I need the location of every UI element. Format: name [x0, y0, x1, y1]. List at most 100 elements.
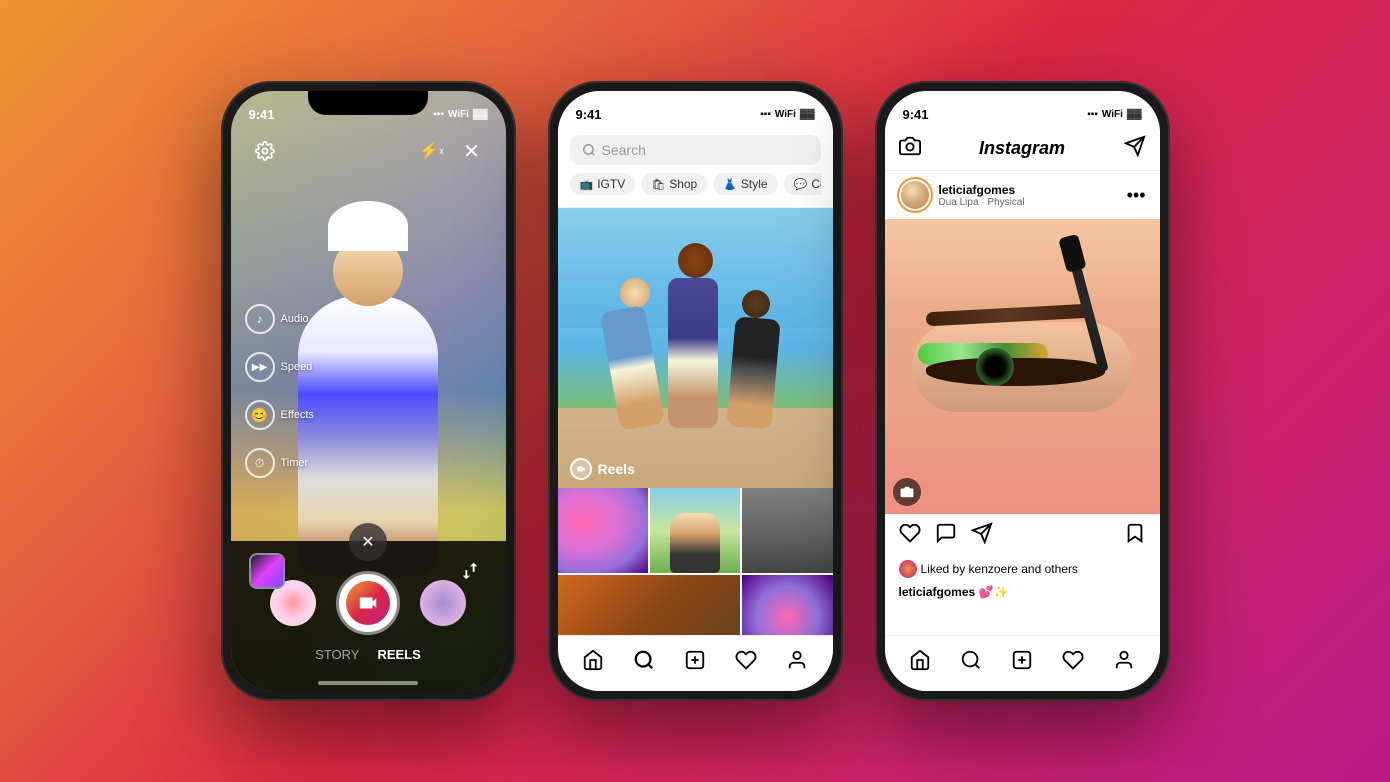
pill-igtv-label: IGTV	[597, 177, 625, 191]
timer-icon: ⏱	[245, 448, 275, 478]
audio-control[interactable]: ♪ Audio	[245, 304, 314, 334]
gallery-thumbnail[interactable]	[249, 553, 285, 589]
camera-header-icon[interactable]	[899, 135, 921, 162]
nav-add-3[interactable]	[1009, 647, 1035, 673]
user-info: leticiafgomes Dua Lipa · Physical	[939, 183, 1119, 208]
nav-search[interactable]	[631, 647, 657, 673]
reels-text: Reels	[598, 461, 635, 477]
caption-username: leticiafgomes	[899, 585, 976, 599]
grid-item-1[interactable]	[558, 488, 648, 573]
status-time-3: 9:41	[903, 107, 929, 122]
pill-shop[interactable]: 🛍 Shop	[641, 173, 707, 195]
reels-video-preview[interactable]: Reels	[558, 208, 833, 488]
share-icon[interactable]	[971, 522, 993, 550]
speed-control[interactable]: ▶▶ Speed	[245, 352, 314, 382]
reels-section: Reels	[558, 208, 833, 660]
camera-top-controls: ⚡x ✕	[231, 135, 506, 167]
timer-control[interactable]: ⏱ Timer	[245, 448, 314, 478]
mode-row: STORY REELS	[315, 647, 421, 662]
cancel-button[interactable]: ✕	[349, 523, 387, 561]
nav-heart[interactable]	[733, 647, 759, 673]
post-screen: 9:41 ▪▪▪ WiFi ▓▓ Instagram	[885, 91, 1160, 691]
close-icon[interactable]: ✕	[456, 135, 488, 167]
post-user-row: leticiafgomes Dua Lipa · Physical •••	[885, 171, 1160, 219]
battery-icon-3: ▓▓	[1127, 109, 1142, 120]
nav-heart-3[interactable]	[1060, 647, 1086, 673]
battery-icon: ▓▓	[473, 109, 488, 120]
effects-control[interactable]: 😊 Effects	[245, 400, 314, 430]
pill-style[interactable]: 👗 Style	[713, 173, 777, 195]
shop-icon: 🛍	[651, 178, 665, 191]
wifi-icon-2: WiFi	[775, 109, 796, 120]
nav-home-3[interactable]	[907, 647, 933, 673]
battery-icon-2: ▓▓	[800, 109, 815, 120]
username[interactable]: leticiafgomes	[939, 183, 1119, 197]
reels-record-icon	[346, 581, 390, 625]
nav-home[interactable]	[580, 647, 606, 673]
notch-2	[635, 91, 755, 115]
explore-screen: 9:41 ▪▪▪ WiFi ▓▓ Search 📺	[558, 91, 833, 691]
status-time: 9:41	[249, 107, 275, 122]
wifi-icon: WiFi	[448, 109, 469, 120]
capture-row	[270, 571, 466, 635]
post-actions	[885, 514, 1160, 558]
reels-mode-label[interactable]: REELS	[377, 647, 420, 662]
grid-item-2[interactable]	[650, 488, 740, 573]
caption-text: 💕✨	[979, 585, 1009, 599]
notch	[308, 91, 428, 115]
timer-label: Timer	[281, 457, 309, 469]
bottom-nav-3	[885, 635, 1160, 691]
nav-profile[interactable]	[784, 647, 810, 673]
story-mode-label[interactable]: STORY	[315, 647, 359, 662]
phone-1-reels-camera: 9:41 ▪▪▪ WiFi ▓▓ ⚡x ✕	[221, 81, 516, 701]
bookmark-icon[interactable]	[1124, 522, 1146, 550]
speed-label: Speed	[281, 361, 313, 373]
flip-camera-button[interactable]	[452, 553, 488, 589]
flash-icon[interactable]: ⚡x	[416, 135, 448, 167]
post-subtitle: Dua Lipa · Physical	[939, 197, 1119, 208]
pill-style-label: Style	[741, 177, 768, 191]
bottom-nav-2	[558, 635, 833, 691]
nav-add[interactable]	[682, 647, 708, 673]
comment-icon[interactable]	[935, 522, 957, 550]
audio-icon: ♪	[245, 304, 275, 334]
capture-button[interactable]	[336, 571, 400, 635]
post-image[interactable]	[885, 219, 1160, 514]
style-icon: 👗	[723, 178, 737, 191]
search-magnifier-icon	[582, 143, 596, 157]
nav-profile-3[interactable]	[1111, 647, 1137, 673]
search-bar[interactable]: Search	[570, 135, 821, 165]
grid-item-3[interactable]	[742, 488, 832, 573]
phone-2-explore: 9:41 ▪▪▪ WiFi ▓▓ Search 📺	[548, 81, 843, 701]
comics-icon: 💬	[794, 178, 808, 191]
reels-icon	[570, 458, 592, 480]
likes-text: Liked by kenzoere and others	[921, 562, 1078, 576]
signal-icon: ▪▪▪	[433, 109, 444, 120]
user-avatar[interactable]	[899, 179, 931, 211]
home-indicator	[318, 681, 418, 685]
pill-comics[interactable]: 💬 Comics	[784, 173, 821, 195]
notch-3	[962, 91, 1082, 115]
direct-icon[interactable]	[1124, 135, 1146, 162]
wifi-icon-3: WiFi	[1102, 109, 1123, 120]
more-options-icon[interactable]: •••	[1127, 185, 1146, 206]
app-title: Instagram	[979, 138, 1065, 159]
pill-igtv[interactable]: 📺 IGTV	[570, 173, 636, 195]
search-input-placeholder: Search	[602, 142, 646, 158]
like-icon[interactable]	[899, 522, 921, 550]
settings-icon[interactable]	[249, 135, 281, 167]
post-camera-badge[interactable]	[893, 478, 921, 506]
nav-search-3[interactable]	[958, 647, 984, 673]
pill-shop-label: Shop	[669, 177, 697, 191]
status-icons: ▪▪▪ WiFi ▓▓	[433, 109, 487, 120]
post-likes: Liked by kenzoere and others	[885, 558, 1160, 583]
category-pills: 📺 IGTV 🛍 Shop 👗 Style 💬 Comics	[570, 173, 821, 199]
status-icons-2: ▪▪▪ WiFi ▓▓	[760, 109, 814, 120]
reels-label: Reels	[570, 458, 635, 480]
pill-comics-label: Comics	[811, 177, 820, 191]
camera-side-controls: ♪ Audio ▶▶ Speed 😊 Effects ⏱ Timer	[245, 304, 314, 478]
phone-3-post: 9:41 ▪▪▪ WiFi ▓▓ Instagram	[875, 81, 1170, 701]
igtv-icon: 📺	[580, 178, 594, 191]
post-caption: leticiafgomes 💕✨	[885, 583, 1160, 601]
signal-icon-2: ▪▪▪	[760, 109, 771, 120]
